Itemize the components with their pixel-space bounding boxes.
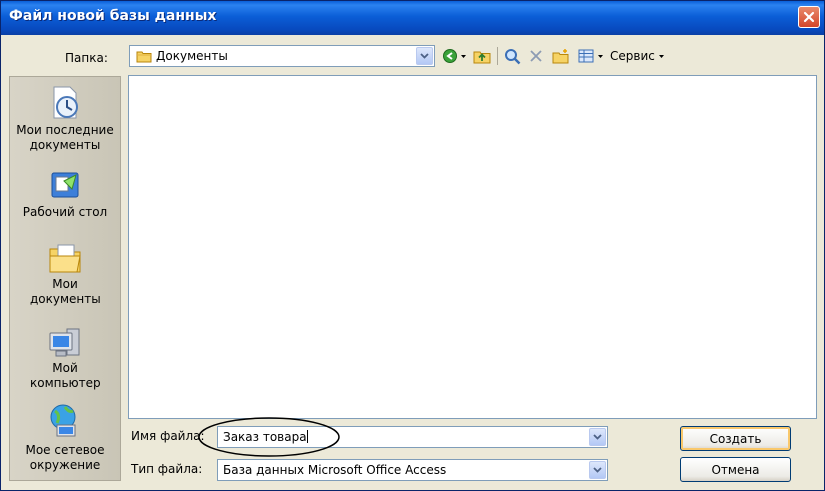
recent-documents-icon bbox=[53, 86, 78, 119]
back-button[interactable] bbox=[441, 46, 459, 66]
cancel-button-label: Отмена bbox=[711, 462, 760, 477]
chevron-down-icon bbox=[420, 53, 429, 59]
title-bar[interactable]: Файл новой базы данных bbox=[1, 1, 824, 35]
close-button[interactable] bbox=[798, 6, 820, 28]
folder-dropdown-button[interactable] bbox=[416, 47, 433, 65]
up-folder-icon bbox=[473, 51, 491, 64]
place-my-computer[interactable]: Мой компьютер bbox=[10, 327, 120, 391]
folder-combo[interactable]: Документы bbox=[129, 45, 435, 67]
filetype-select[interactable]: База данных Microsoft Office Access bbox=[217, 459, 608, 481]
my-computer-icon bbox=[49, 328, 80, 357]
new-folder-icon bbox=[552, 49, 569, 64]
caret-down-icon bbox=[598, 54, 603, 58]
toolbar: Сервис bbox=[441, 45, 664, 67]
search-web-icon bbox=[504, 48, 520, 64]
filetype-label: Тип файла: bbox=[131, 462, 203, 476]
file-list[interactable] bbox=[128, 75, 817, 419]
views-icon bbox=[578, 49, 594, 63]
desktop-icon bbox=[51, 172, 79, 198]
service-menu-label: Сервис bbox=[610, 49, 655, 63]
folder-value: Документы bbox=[156, 49, 228, 63]
network-places-icon bbox=[50, 404, 76, 437]
place-recent-documents[interactable]: Мои последние документы bbox=[10, 85, 120, 153]
create-button-label: Создать bbox=[709, 431, 762, 446]
new-database-dialog: Файл новой базы данных Папка: Документы bbox=[0, 0, 825, 491]
window-title: Файл новой базы данных bbox=[9, 8, 217, 24]
delete-icon bbox=[530, 50, 542, 62]
back-icon bbox=[443, 49, 457, 63]
up-folder-button[interactable] bbox=[471, 46, 493, 66]
cancel-button[interactable]: Отмена bbox=[680, 457, 791, 482]
chevron-down-icon bbox=[593, 467, 602, 473]
place-label: Рабочий стол bbox=[22, 205, 108, 219]
views-button[interactable] bbox=[576, 46, 596, 66]
filetype-value: База данных Microsoft Office Access bbox=[223, 463, 447, 477]
chevron-down-icon bbox=[593, 434, 602, 440]
close-icon bbox=[803, 11, 815, 23]
delete-button[interactable] bbox=[526, 46, 546, 66]
my-documents-icon bbox=[49, 244, 81, 273]
folder-icon bbox=[136, 51, 152, 63]
filename-label: Имя файла: bbox=[131, 429, 205, 443]
place-network[interactable]: Мое сетевое окружение bbox=[10, 403, 120, 473]
service-menu[interactable]: Сервис bbox=[607, 46, 664, 66]
filename-value: Заказ товара bbox=[223, 430, 308, 444]
filetype-dropdown-button[interactable] bbox=[589, 461, 606, 479]
caret-down-icon bbox=[461, 54, 466, 58]
new-folder-button[interactable] bbox=[550, 46, 572, 66]
place-my-documents[interactable]: Мои документы bbox=[10, 241, 120, 307]
folder-label: Папка: bbox=[65, 51, 108, 65]
toolbar-separator bbox=[497, 47, 498, 65]
place-desktop[interactable]: Рабочий стол bbox=[10, 169, 120, 220]
caret-down-icon bbox=[658, 54, 664, 58]
search-web-button[interactable] bbox=[502, 46, 522, 66]
create-button[interactable]: Создать bbox=[680, 426, 791, 451]
views-dropdown[interactable] bbox=[596, 46, 605, 66]
places-bar: Мои последние документы Рабочий стол Мои… bbox=[9, 76, 121, 481]
place-label: Мое сетевое окружение bbox=[25, 443, 105, 472]
filename-dropdown-button[interactable] bbox=[589, 428, 606, 446]
filename-input[interactable]: Заказ товара bbox=[217, 426, 608, 448]
back-dropdown[interactable] bbox=[459, 46, 468, 66]
place-label: Мои последние документы bbox=[16, 123, 114, 152]
place-label: Мой компьютер bbox=[30, 361, 101, 390]
place-label: Мои документы bbox=[30, 277, 101, 306]
